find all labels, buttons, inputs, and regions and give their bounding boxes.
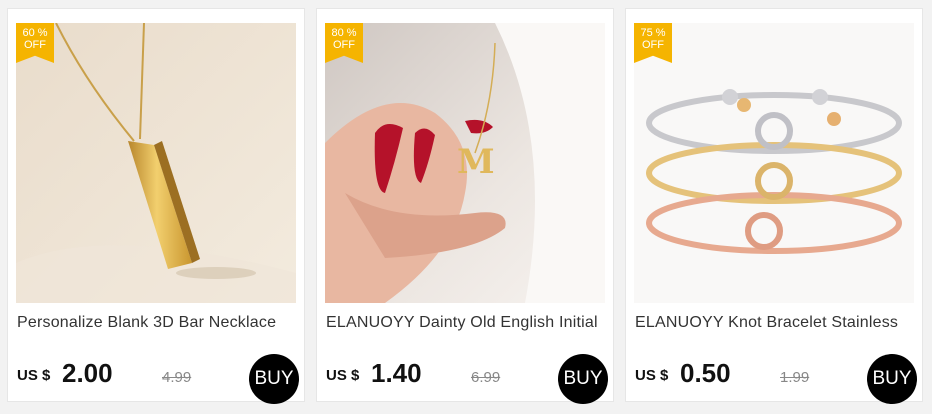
original-price: 4.99 <box>162 369 192 386</box>
original-price: 1.99 <box>780 369 810 386</box>
buy-button[interactable]: BUY <box>249 354 299 404</box>
buy-button[interactable]: BUY <box>558 354 608 404</box>
discount-off-label: OFF <box>24 39 46 51</box>
product-card[interactable]: 75 % OFF ELANUOYY Knot Bracelet Stainles… <box>625 8 923 404</box>
discount-percent: 75 % <box>640 27 666 39</box>
sale-price: 1.40 <box>371 358 422 388</box>
discount-percent: 60 % <box>22 27 48 39</box>
product-title[interactable]: ELANUOYY Dainty Old English Initial <box>326 314 611 332</box>
discount-percent: 80 % <box>331 27 357 39</box>
product-image[interactable]: M <box>325 23 605 303</box>
buy-button[interactable]: BUY <box>867 354 917 404</box>
product-image[interactable] <box>16 23 296 303</box>
price-row: US $ 1.40 6.99 BUY <box>326 354 608 404</box>
product-card[interactable]: M 80 % OFF ELANUOYY Dainty Old English I… <box>316 8 614 404</box>
currency-label: US $ <box>635 367 669 384</box>
product-card[interactable]: 60 % OFF Personalize Blank 3D Bar Neckla… <box>7 8 305 404</box>
product-image[interactable] <box>634 23 914 303</box>
discount-off-label: OFF <box>333 39 355 51</box>
svg-text:M: M <box>457 142 495 182</box>
currency-label: US $ <box>17 367 51 384</box>
discount-off-label: OFF <box>642 39 664 51</box>
product-title[interactable]: ELANUOYY Knot Bracelet Stainless <box>635 314 920 332</box>
price-row: US $ 2.00 4.99 BUY <box>17 354 299 404</box>
sale-price: 0.50 <box>680 358 731 388</box>
currency-label: US $ <box>326 367 360 384</box>
original-price: 6.99 <box>471 369 501 386</box>
price-row: US $ 0.50 1.99 BUY <box>635 354 917 404</box>
sale-price: 2.00 <box>62 358 113 388</box>
product-title[interactable]: Personalize Blank 3D Bar Necklace <box>17 314 302 332</box>
